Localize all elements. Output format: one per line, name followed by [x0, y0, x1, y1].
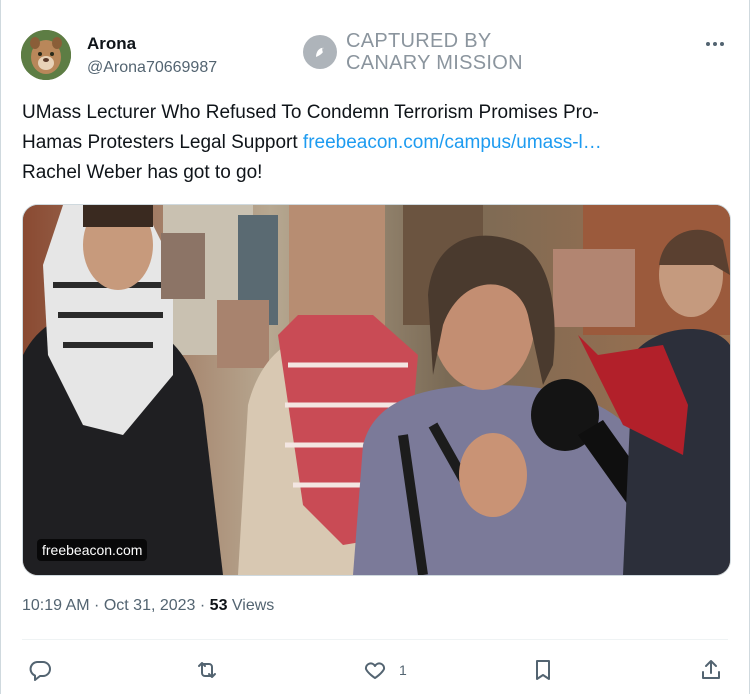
bookmark-button[interactable] — [531, 656, 567, 684]
tweet-text-line-2: Hamas Protesters Legal Support — [22, 132, 303, 153]
more-options-button[interactable] — [703, 34, 727, 54]
author-avatar[interactable] — [21, 30, 71, 80]
divider — [22, 639, 728, 640]
more-dots-icon — [706, 42, 724, 46]
tweet-text: UMass Lecturer Who Refused To Condemn Te… — [22, 98, 722, 188]
meta-separator: · — [89, 597, 104, 614]
article-link[interactable]: freebeacon.com/campus/umass-l… — [303, 132, 602, 153]
share-icon — [702, 660, 720, 679]
media-image[interactable]: freebeacon.com — [22, 204, 731, 576]
canary-bird-icon — [303, 35, 337, 69]
tweet-text-line-1: UMass Lecturer Who Refused To Condemn Te… — [22, 102, 599, 123]
cougar-avatar-image — [21, 30, 71, 80]
reply-icon — [29, 661, 51, 681]
tweet-meta: 10:19 AM · Oct 31, 2023 · 53 Views — [22, 597, 274, 615]
tweet-card: Arona @Arona70669987 CAPTURED BY CANARY … — [0, 0, 750, 694]
capture-watermark: CAPTURED BY CANARY MISSION — [303, 30, 523, 74]
watermark-line-2: CANARY MISSION — [346, 52, 523, 74]
views-label: Views — [227, 597, 275, 614]
retweet-button[interactable] — [195, 656, 231, 684]
heart-icon — [364, 662, 386, 679]
author-handle[interactable]: @Arona70669987 — [87, 59, 217, 77]
retweet-icon — [198, 662, 216, 678]
protest-photo — [23, 205, 730, 575]
media-source-label: freebeacon.com — [37, 539, 148, 561]
action-bar: 1 — [1, 652, 750, 688]
tweet-time[interactable]: 10:19 AM — [22, 597, 90, 614]
like-button[interactable]: 1 — [363, 656, 407, 684]
author-display-name[interactable]: Arona — [87, 34, 136, 54]
watermark-line-1: CAPTURED BY — [346, 30, 492, 52]
share-button[interactable] — [699, 656, 723, 684]
bookmark-icon — [536, 660, 550, 680]
tweet-date[interactable]: Oct 31, 2023 — [104, 597, 196, 614]
views-count: 53 — [209, 597, 228, 614]
reply-button[interactable] — [28, 656, 64, 684]
tweet-text-line-3: Rachel Weber has got to go! — [22, 162, 263, 183]
like-count: 1 — [399, 662, 407, 678]
meta-separator: · — [195, 597, 210, 614]
